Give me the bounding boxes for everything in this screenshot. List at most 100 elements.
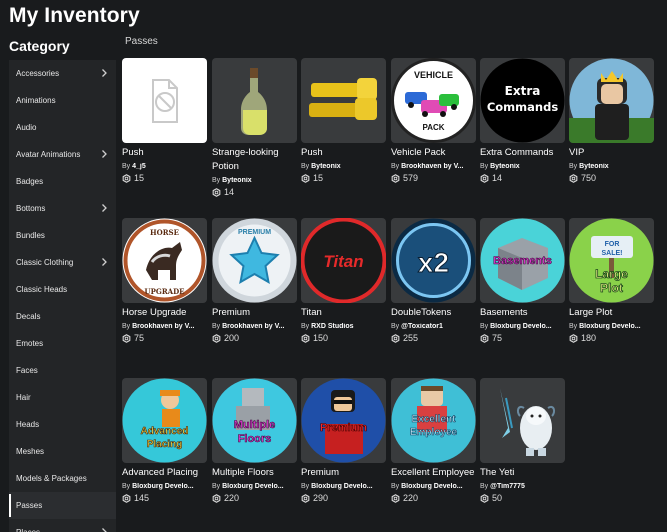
sidebar-item-heads[interactable]: Heads xyxy=(9,411,116,438)
item-name[interactable]: Advanced Placing xyxy=(122,466,208,480)
creator-link[interactable]: Byteonix xyxy=(579,163,609,170)
chevron-right-icon xyxy=(102,150,107,158)
item-card[interactable]: VEHICLE PACK Vehicle Pack By Brookhaven by … xyxy=(391,58,477,198)
creator-link[interactable]: Brookhaven by V... xyxy=(132,323,194,330)
creator-link[interactable]: Bloxburg Develo... xyxy=(401,483,462,490)
item-name[interactable]: Titan xyxy=(301,306,387,320)
creator-prefix: By xyxy=(391,323,400,330)
item-thumbnail[interactable]: HORSE UPGRADE xyxy=(122,218,207,303)
item-card[interactable]: x2 DoubleTokens By @Toxicator1 255 xyxy=(391,218,477,358)
item-thumbnail[interactable]: Advanced Placing xyxy=(122,378,207,463)
item-card[interactable]: PREMIUM Premium By Brookhaven by V... 200 xyxy=(212,218,298,358)
sidebar-item-accessories[interactable]: Accessories xyxy=(9,60,116,87)
item-thumbnail[interactable]: Premium xyxy=(301,378,386,463)
item-thumbnail[interactable] xyxy=(301,58,386,143)
item-name[interactable]: Strange-looking Potion xyxy=(212,146,298,174)
item-card[interactable]: Premium Premium By Bloxburg Develo... 290 xyxy=(301,378,387,518)
item-card[interactable]: Excellent Employee Excellent Employee By Bl… xyxy=(391,378,477,518)
creator-prefix: By xyxy=(569,163,578,170)
sidebar-item-places[interactable]: Places xyxy=(9,519,116,532)
sidebar-item-label: Decals xyxy=(16,312,41,321)
item-name[interactable]: Extra Commands xyxy=(480,146,566,160)
item-name[interactable]: Large Plot xyxy=(569,306,655,320)
item-name[interactable]: Vehicle Pack xyxy=(391,146,477,160)
creator-link[interactable]: Bloxburg Develo... xyxy=(311,483,372,490)
item-thumbnail[interactable]: PREMIUM xyxy=(212,218,297,303)
robux-icon xyxy=(480,173,489,183)
sidebar-item-avatar-animations[interactable]: Avatar Animations xyxy=(9,141,116,168)
creator-link[interactable]: Brookhaven by V... xyxy=(222,323,284,330)
price-value: 180 xyxy=(581,333,597,343)
item-name[interactable]: Excellent Employee xyxy=(391,466,477,480)
creator-link[interactable]: Byteonix xyxy=(490,163,520,170)
creator-link[interactable]: Brookhaven by V... xyxy=(401,163,463,170)
item-card[interactable]: Push By 4_j5 15 xyxy=(122,58,208,198)
item-card[interactable]: FOR SALE! Large Plot Large Plot By Bloxburg D… xyxy=(569,218,655,358)
sidebar-item-badges[interactable]: Badges xyxy=(9,168,116,195)
item-card[interactable]: Multiple Floors Multiple Floors By Bloxburg… xyxy=(212,378,298,518)
item-thumbnail[interactable] xyxy=(569,58,654,143)
svg-text:SALE!: SALE! xyxy=(602,250,623,257)
item-name[interactable]: DoubleTokens xyxy=(391,306,477,320)
item-thumbnail[interactable] xyxy=(480,378,565,463)
item-thumbnail[interactable]: x2 xyxy=(391,218,476,303)
sidebar-item-audio[interactable]: Audio xyxy=(9,114,116,141)
sidebar-item-emotes[interactable]: Emotes xyxy=(9,330,116,357)
item-card[interactable]: The Yeti By @Tim7775 50 xyxy=(480,378,566,518)
sidebar-item-hair[interactable]: Hair xyxy=(9,384,116,411)
item-card[interactable]: Strange-looking Potion By Byteonix 14 xyxy=(212,58,298,198)
sidebar-item-label: Emotes xyxy=(16,339,44,348)
item-card[interactable]: VIP By Byteonix 750 xyxy=(569,58,655,198)
creator-link[interactable]: Bloxburg Develo... xyxy=(222,483,283,490)
item-name[interactable]: Multiple Floors xyxy=(212,466,298,480)
item-card[interactable]: Extra Commands Extra Commands By Byteonix 14 xyxy=(480,58,566,198)
sidebar-item-meshes[interactable]: Meshes xyxy=(9,438,116,465)
creator-link[interactable]: Byteonix xyxy=(311,163,341,170)
item-thumbnail[interactable]: Titan xyxy=(301,218,386,303)
item-name[interactable]: Premium xyxy=(301,466,387,480)
price-value: 145 xyxy=(134,493,150,503)
creator-link[interactable]: 4_j5 xyxy=(132,163,146,170)
sidebar-item-bundles[interactable]: Bundles xyxy=(9,222,116,249)
sidebar-item-classic-heads[interactable]: Classic Heads xyxy=(9,276,116,303)
item-thumbnail[interactable]: FOR SALE! Large Plot xyxy=(569,218,654,303)
item-name[interactable]: Horse Upgrade xyxy=(122,306,208,320)
creator-link[interactable]: Bloxburg Develo... xyxy=(579,323,640,330)
item-creator: By Byteonix xyxy=(212,177,298,184)
item-card[interactable]: HORSE UPGRADE Horse Upgrade By Brookhaven b… xyxy=(122,218,208,358)
sidebar-item-bottoms[interactable]: Bottoms xyxy=(9,195,116,222)
item-name[interactable]: Premium xyxy=(212,306,298,320)
sidebar-item-faces[interactable]: Faces xyxy=(9,357,116,384)
item-name[interactable]: Push xyxy=(122,146,208,160)
item-name[interactable]: Push xyxy=(301,146,387,160)
item-card[interactable]: Basements Basements By Bloxburg Develo... 7… xyxy=(480,218,566,358)
creator-link[interactable]: Byteonix xyxy=(222,177,252,184)
item-thumbnail[interactable]: Basements xyxy=(480,218,565,303)
item-thumbnail[interactable]: Extra Commands xyxy=(480,58,565,143)
creator-link[interactable]: Bloxburg Develo... xyxy=(490,323,551,330)
sidebar-item-animations[interactable]: Animations xyxy=(9,87,116,114)
item-creator: By @Toxicator1 xyxy=(391,323,477,330)
sidebar-item-passes[interactable]: Passes xyxy=(9,492,116,519)
creator-prefix: By xyxy=(301,163,310,170)
sidebar-item-models-packages[interactable]: Models & Packages xyxy=(9,465,116,492)
item-card[interactable]: Advanced Placing Advanced Placing By Bloxbu… xyxy=(122,378,208,518)
creator-link[interactable]: Bloxburg Develo... xyxy=(132,483,193,490)
item-thumbnail[interactable] xyxy=(122,58,207,143)
item-thumbnail[interactable] xyxy=(212,58,297,143)
sidebar-item-decals[interactable]: Decals xyxy=(9,303,116,330)
item-thumbnail[interactable]: Multiple Floors xyxy=(212,378,297,463)
creator-link[interactable]: @Tim7775 xyxy=(490,483,525,490)
item-name[interactable]: Basements xyxy=(480,306,566,320)
creator-link[interactable]: @Toxicator1 xyxy=(401,323,443,330)
item-thumbnail[interactable]: Excellent Employee xyxy=(391,378,476,463)
item-thumbnail[interactable]: VEHICLE PACK xyxy=(391,58,476,143)
item-card[interactable]: Push By Byteonix 15 xyxy=(301,58,387,198)
price-value: 75 xyxy=(492,333,503,343)
creator-link[interactable]: RXD Studios xyxy=(311,323,353,330)
sidebar-item-classic-clothing[interactable]: Classic Clothing xyxy=(9,249,116,276)
item-name[interactable]: The Yeti xyxy=(480,466,566,480)
item-card[interactable]: Titan Titan By RXD Studios 150 xyxy=(301,218,387,358)
price-value: 150 xyxy=(313,333,329,343)
item-name[interactable]: VIP xyxy=(569,146,655,160)
